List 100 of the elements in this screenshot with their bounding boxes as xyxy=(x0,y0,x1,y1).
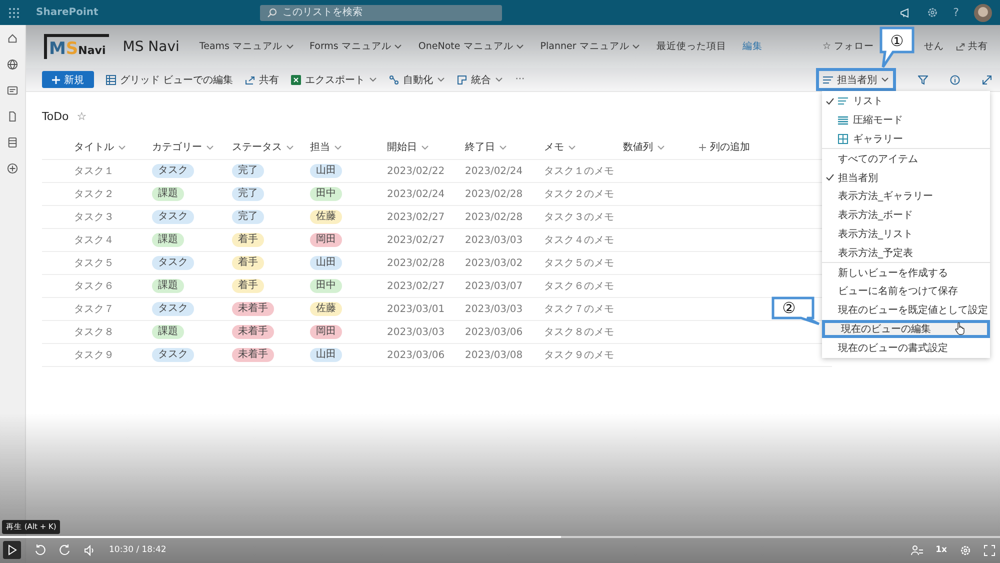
info-icon[interactable] xyxy=(950,74,960,84)
filter-icon[interactable] xyxy=(918,74,928,84)
chevron-down-icon xyxy=(118,144,126,150)
search-field[interactable]: このリストを検索 xyxy=(260,4,502,20)
share-button[interactable]: 共有 xyxy=(956,40,988,53)
fullscreen-icon[interactable] xyxy=(984,544,995,556)
toolbar-button[interactable]: グリッド ビューでの編集 xyxy=(106,72,234,86)
view-switcher-button[interactable]: 担当者別 xyxy=(816,68,896,91)
column-header[interactable]: 終了日 xyxy=(465,140,544,154)
category-tag: タスク xyxy=(152,256,194,270)
chevron-down-icon xyxy=(568,144,576,150)
menu-item[interactable]: ビューに名前をつけて保存 xyxy=(822,282,990,301)
help-button[interactable]: ? xyxy=(953,6,959,19)
add-circle-icon[interactable] xyxy=(7,163,18,174)
globe-icon[interactable] xyxy=(7,59,18,70)
column-header[interactable]: 開始日 xyxy=(387,140,465,154)
app-launcher-icon[interactable] xyxy=(8,6,20,18)
table-cell-text: 2023/03/08 xyxy=(465,350,524,360)
chevron-down-icon xyxy=(516,44,524,49)
follow-button[interactable]: ☆ フォロー xyxy=(822,40,874,53)
menu-item[interactable]: 表示方法_ギャラリー xyxy=(822,186,990,206)
status-tag: 未着手 xyxy=(232,348,274,362)
toolbar-button[interactable]: 共有 xyxy=(245,72,280,86)
column-header[interactable]: カテゴリー xyxy=(152,140,232,154)
expand-icon[interactable] xyxy=(982,74,992,84)
chevron-down-icon xyxy=(206,144,214,150)
nav-menu[interactable]: Teams マニュアル xyxy=(199,40,294,53)
menu-item[interactable]: 現在のビューの書式設定 xyxy=(822,338,990,358)
avatar[interactable] xyxy=(974,4,992,22)
nav-menu[interactable]: OneNote マニュアル xyxy=(418,40,524,53)
menu-item[interactable]: 表示方法_リスト xyxy=(822,224,990,244)
table-cell-text: 2023/02/28 xyxy=(465,188,524,200)
plus-icon xyxy=(52,76,60,84)
gallery-icon xyxy=(838,134,848,144)
menu-item[interactable]: 表示方法_ボード xyxy=(822,206,990,225)
home-icon[interactable] xyxy=(7,33,18,44)
column-header[interactable]: メモ xyxy=(544,140,623,154)
menu-item[interactable]: 現在のビューの編集 xyxy=(822,320,990,338)
callout-number: ② xyxy=(782,299,796,317)
nav-menu[interactable]: Forms マニュアル xyxy=(310,40,402,53)
nav-menu[interactable]: Planner マニュアル xyxy=(540,40,640,53)
table-cell-text: タスク５ xyxy=(74,257,115,270)
plus-icon xyxy=(699,144,706,150)
compact-list-icon xyxy=(838,116,848,125)
column-header[interactable]: ステータス xyxy=(232,140,310,154)
owner-tag: 岡田 xyxy=(310,325,342,339)
menu-item[interactable]: 新しいビューを作成する xyxy=(822,263,990,282)
forward-icon[interactable] xyxy=(59,544,71,556)
captions-icon[interactable] xyxy=(910,544,923,556)
chevron-down-icon xyxy=(286,144,294,150)
menu-item[interactable]: 現在のビューを既定値として設定 xyxy=(822,300,990,320)
chevron-down-icon xyxy=(334,144,342,150)
rewind-icon[interactable] xyxy=(34,544,46,556)
column-header[interactable]: 担当 xyxy=(310,140,387,154)
table-cell-text: タスク２のメモ xyxy=(544,188,615,201)
volume-icon[interactable] xyxy=(84,544,96,556)
follow-button-text[interactable]: せん xyxy=(924,40,944,53)
more-button[interactable]: ··· xyxy=(515,74,525,85)
column-header[interactable]: タイトル xyxy=(74,140,152,154)
news-icon[interactable] xyxy=(7,85,18,96)
page-icon[interactable] xyxy=(7,111,18,122)
category-tag: タスク xyxy=(152,164,194,178)
spreadsheet-icon xyxy=(291,74,302,84)
table-cell-text: タスク７のメモ xyxy=(544,303,615,316)
column-header[interactable]: 数値列 xyxy=(623,140,699,154)
table-cell-text: タスク８のメモ xyxy=(544,326,615,339)
list-icon xyxy=(838,97,848,106)
settings-icon[interactable] xyxy=(927,7,938,18)
toolbar-button[interactable]: 自動化 xyxy=(389,72,446,86)
menu-item[interactable]: 圧縮モード xyxy=(822,110,990,130)
table-cell-text: 2023/02/27 xyxy=(387,234,446,246)
table-cell-text: 2023/03/02 xyxy=(465,258,524,268)
table-cell-text: 2023/03/03 xyxy=(465,234,524,246)
status-tag: 完了 xyxy=(232,210,264,224)
table-cell-text: 2023/02/24 xyxy=(465,166,524,176)
site-title[interactable]: MS Navi xyxy=(122,38,180,54)
table-cell-text: 2023/02/27 xyxy=(387,212,446,222)
favorite-button[interactable]: ☆ xyxy=(76,110,87,123)
share-icon xyxy=(956,42,965,51)
status-tag: 完了 xyxy=(232,164,264,178)
menu-item[interactable]: 表示方法_予定表 xyxy=(822,243,990,262)
menu-item[interactable]: 担当者別 xyxy=(822,168,990,187)
toolbar-button[interactable]: 統合 xyxy=(457,72,504,86)
table-cell-text: タスク４ xyxy=(74,234,115,247)
speed-button[interactable]: 1x xyxy=(936,545,947,555)
menu-item[interactable]: リスト xyxy=(822,92,990,111)
owner-tag: 佐藤 xyxy=(310,210,342,224)
database-icon[interactable] xyxy=(7,137,18,148)
play-button[interactable] xyxy=(3,541,21,559)
owner-tag: 岡田 xyxy=(310,233,342,247)
app-name[interactable]: SharePoint xyxy=(36,7,98,18)
new-button[interactable]: 新規 xyxy=(42,71,94,88)
site-logo[interactable]: MSNavi xyxy=(44,34,109,59)
category-tag: タスク xyxy=(152,302,194,316)
nav-link[interactable]: 最近使った項目 xyxy=(656,40,726,53)
table-cell-text: 2023/03/06 xyxy=(465,326,524,338)
chevron-down-icon xyxy=(499,144,507,150)
toolbar-button[interactable]: エクスポート xyxy=(291,72,378,86)
hand-cursor-icon xyxy=(955,322,965,336)
integrate-icon xyxy=(457,74,468,84)
